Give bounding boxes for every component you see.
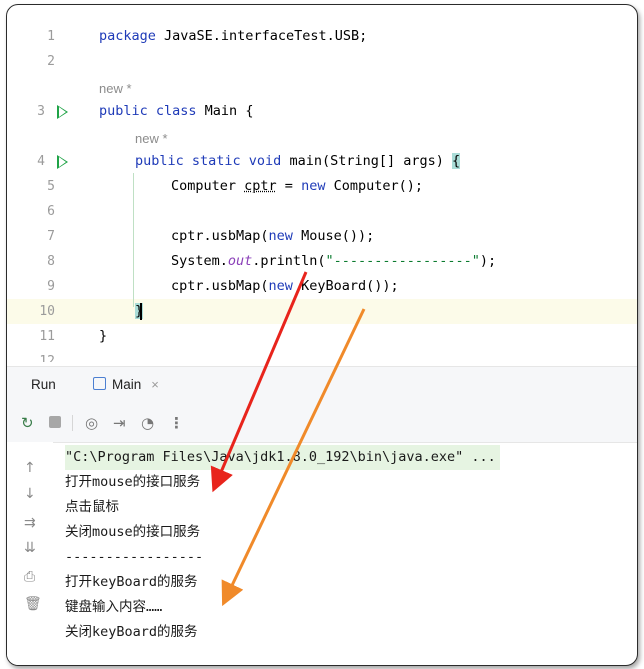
camera-icon[interactable]: ◎ — [85, 414, 98, 432]
line-number: 11 — [39, 329, 55, 344]
line-number: 4 — [37, 154, 45, 169]
ide-window: 1 package JavaSE.interfaceTest.USB; 2 ne… — [6, 4, 638, 666]
stop-icon[interactable] — [49, 416, 61, 428]
code-line-8: 8 System.out.println("-----------------"… — [7, 249, 637, 274]
usage-hint-row: new * — [7, 126, 637, 151]
tab-label: Main — [112, 377, 142, 392]
code-line-3: 3 public class Main { — [7, 99, 637, 124]
scroll-to-end-icon[interactable]: ⇊ — [24, 540, 36, 556]
code-line-11: 11 } — [7, 324, 637, 349]
code-text: package JavaSE.interfaceTest.USB; — [99, 28, 368, 44]
close-icon[interactable]: × — [151, 377, 159, 392]
code-editor[interactable]: 1 package JavaSE.interfaceTest.USB; 2 ne… — [7, 5, 637, 362]
arrow-up-icon[interactable]: ↑ — [24, 460, 36, 476]
code-text: public static void main(String[] args) { — [135, 153, 461, 169]
code-text: cptr.usbMap(new KeyBoard()); — [171, 278, 399, 294]
usage-hint[interactable]: new * — [135, 126, 168, 151]
more-icon[interactable]: ⋮ — [169, 414, 184, 432]
code-line-5: 5 Computer cptr = new Computer(); — [7, 174, 637, 199]
rerun-icon[interactable]: ↻ — [21, 414, 34, 432]
line-number: 8 — [47, 254, 55, 269]
console-line: ----------------- — [65, 549, 204, 565]
code-text: Computer cptr = new Computer(); — [171, 178, 423, 194]
console-line: 打开keyBoard的服务 — [65, 574, 198, 590]
console-side-toolbar: ↑ ↓ ⇉ ⇊ ⎙ 🗑 — [7, 442, 53, 665]
code-line-4: 4 public static void main(String[] args)… — [7, 149, 637, 174]
run-gutter-icon[interactable] — [57, 155, 68, 169]
code-line-12: 12 — [7, 349, 637, 362]
run-toolbar: ↻ ◎ ⇥ ◔ ⋮ — [7, 404, 637, 443]
code-line-2: 2 — [7, 49, 637, 74]
code-line-1: 1 package JavaSE.interfaceTest.USB; — [7, 24, 637, 49]
line-number: 2 — [47, 54, 55, 69]
soft-wrap-icon[interactable]: ⇉ — [24, 515, 36, 531]
console-line: 关闭mouse的接口服务 — [65, 524, 201, 540]
console-line: 点击鼠标 — [65, 499, 119, 515]
code-text: } — [99, 328, 108, 344]
code-text: public class Main { — [99, 103, 254, 119]
console-line: 打开mouse的接口服务 — [65, 474, 201, 490]
code-line-6: 6 — [7, 199, 637, 224]
line-number: 10 — [39, 304, 55, 319]
run-tool-window-header: Run Main × — [7, 366, 637, 406]
line-number: 1 — [47, 29, 55, 44]
line-number: 3 — [37, 104, 45, 119]
line-number: 12 — [39, 354, 55, 362]
line-number: 5 — [47, 179, 55, 194]
console-line: 关闭keyBoard的服务 — [65, 624, 198, 640]
line-number: 7 — [47, 229, 55, 244]
text-caret — [140, 302, 143, 320]
console-command-line: "C:\Program Files\Java\jdk1.8.0_192\bin\… — [65, 445, 500, 470]
usage-hint-row: new * — [7, 76, 637, 101]
line-number: 9 — [47, 279, 55, 294]
tab-main[interactable]: Main × — [93, 377, 159, 392]
code-text: cptr.usbMap(new Mouse()); — [171, 228, 375, 244]
trash-icon[interactable]: 🗑 — [24, 596, 42, 612]
console-line: 键盘输入内容…… — [65, 599, 163, 615]
usage-hint[interactable]: new * — [99, 76, 132, 101]
line-number: 6 — [47, 204, 55, 219]
run-gutter-icon[interactable] — [57, 105, 68, 119]
code-text: System.out.println("-----------------"); — [171, 253, 497, 269]
code-line-7: 7 cptr.usbMap(new Mouse()); — [7, 224, 637, 249]
code-text: } — [135, 302, 144, 320]
coverage-icon[interactable]: ◔ — [141, 414, 154, 432]
arrow-down-icon[interactable]: ↓ — [24, 486, 36, 502]
print-icon[interactable]: ⎙ — [24, 569, 35, 585]
toolbar-divider — [72, 415, 73, 431]
code-line-9: 9 cptr.usbMap(new KeyBoard()); — [7, 274, 637, 299]
run-tool-label[interactable]: Run — [31, 377, 56, 392]
code-line-10: 10 } — [7, 299, 637, 324]
tab-window-icon — [93, 377, 106, 390]
indent-guide — [133, 173, 134, 307]
exit-icon[interactable]: ⇥ — [113, 414, 126, 432]
